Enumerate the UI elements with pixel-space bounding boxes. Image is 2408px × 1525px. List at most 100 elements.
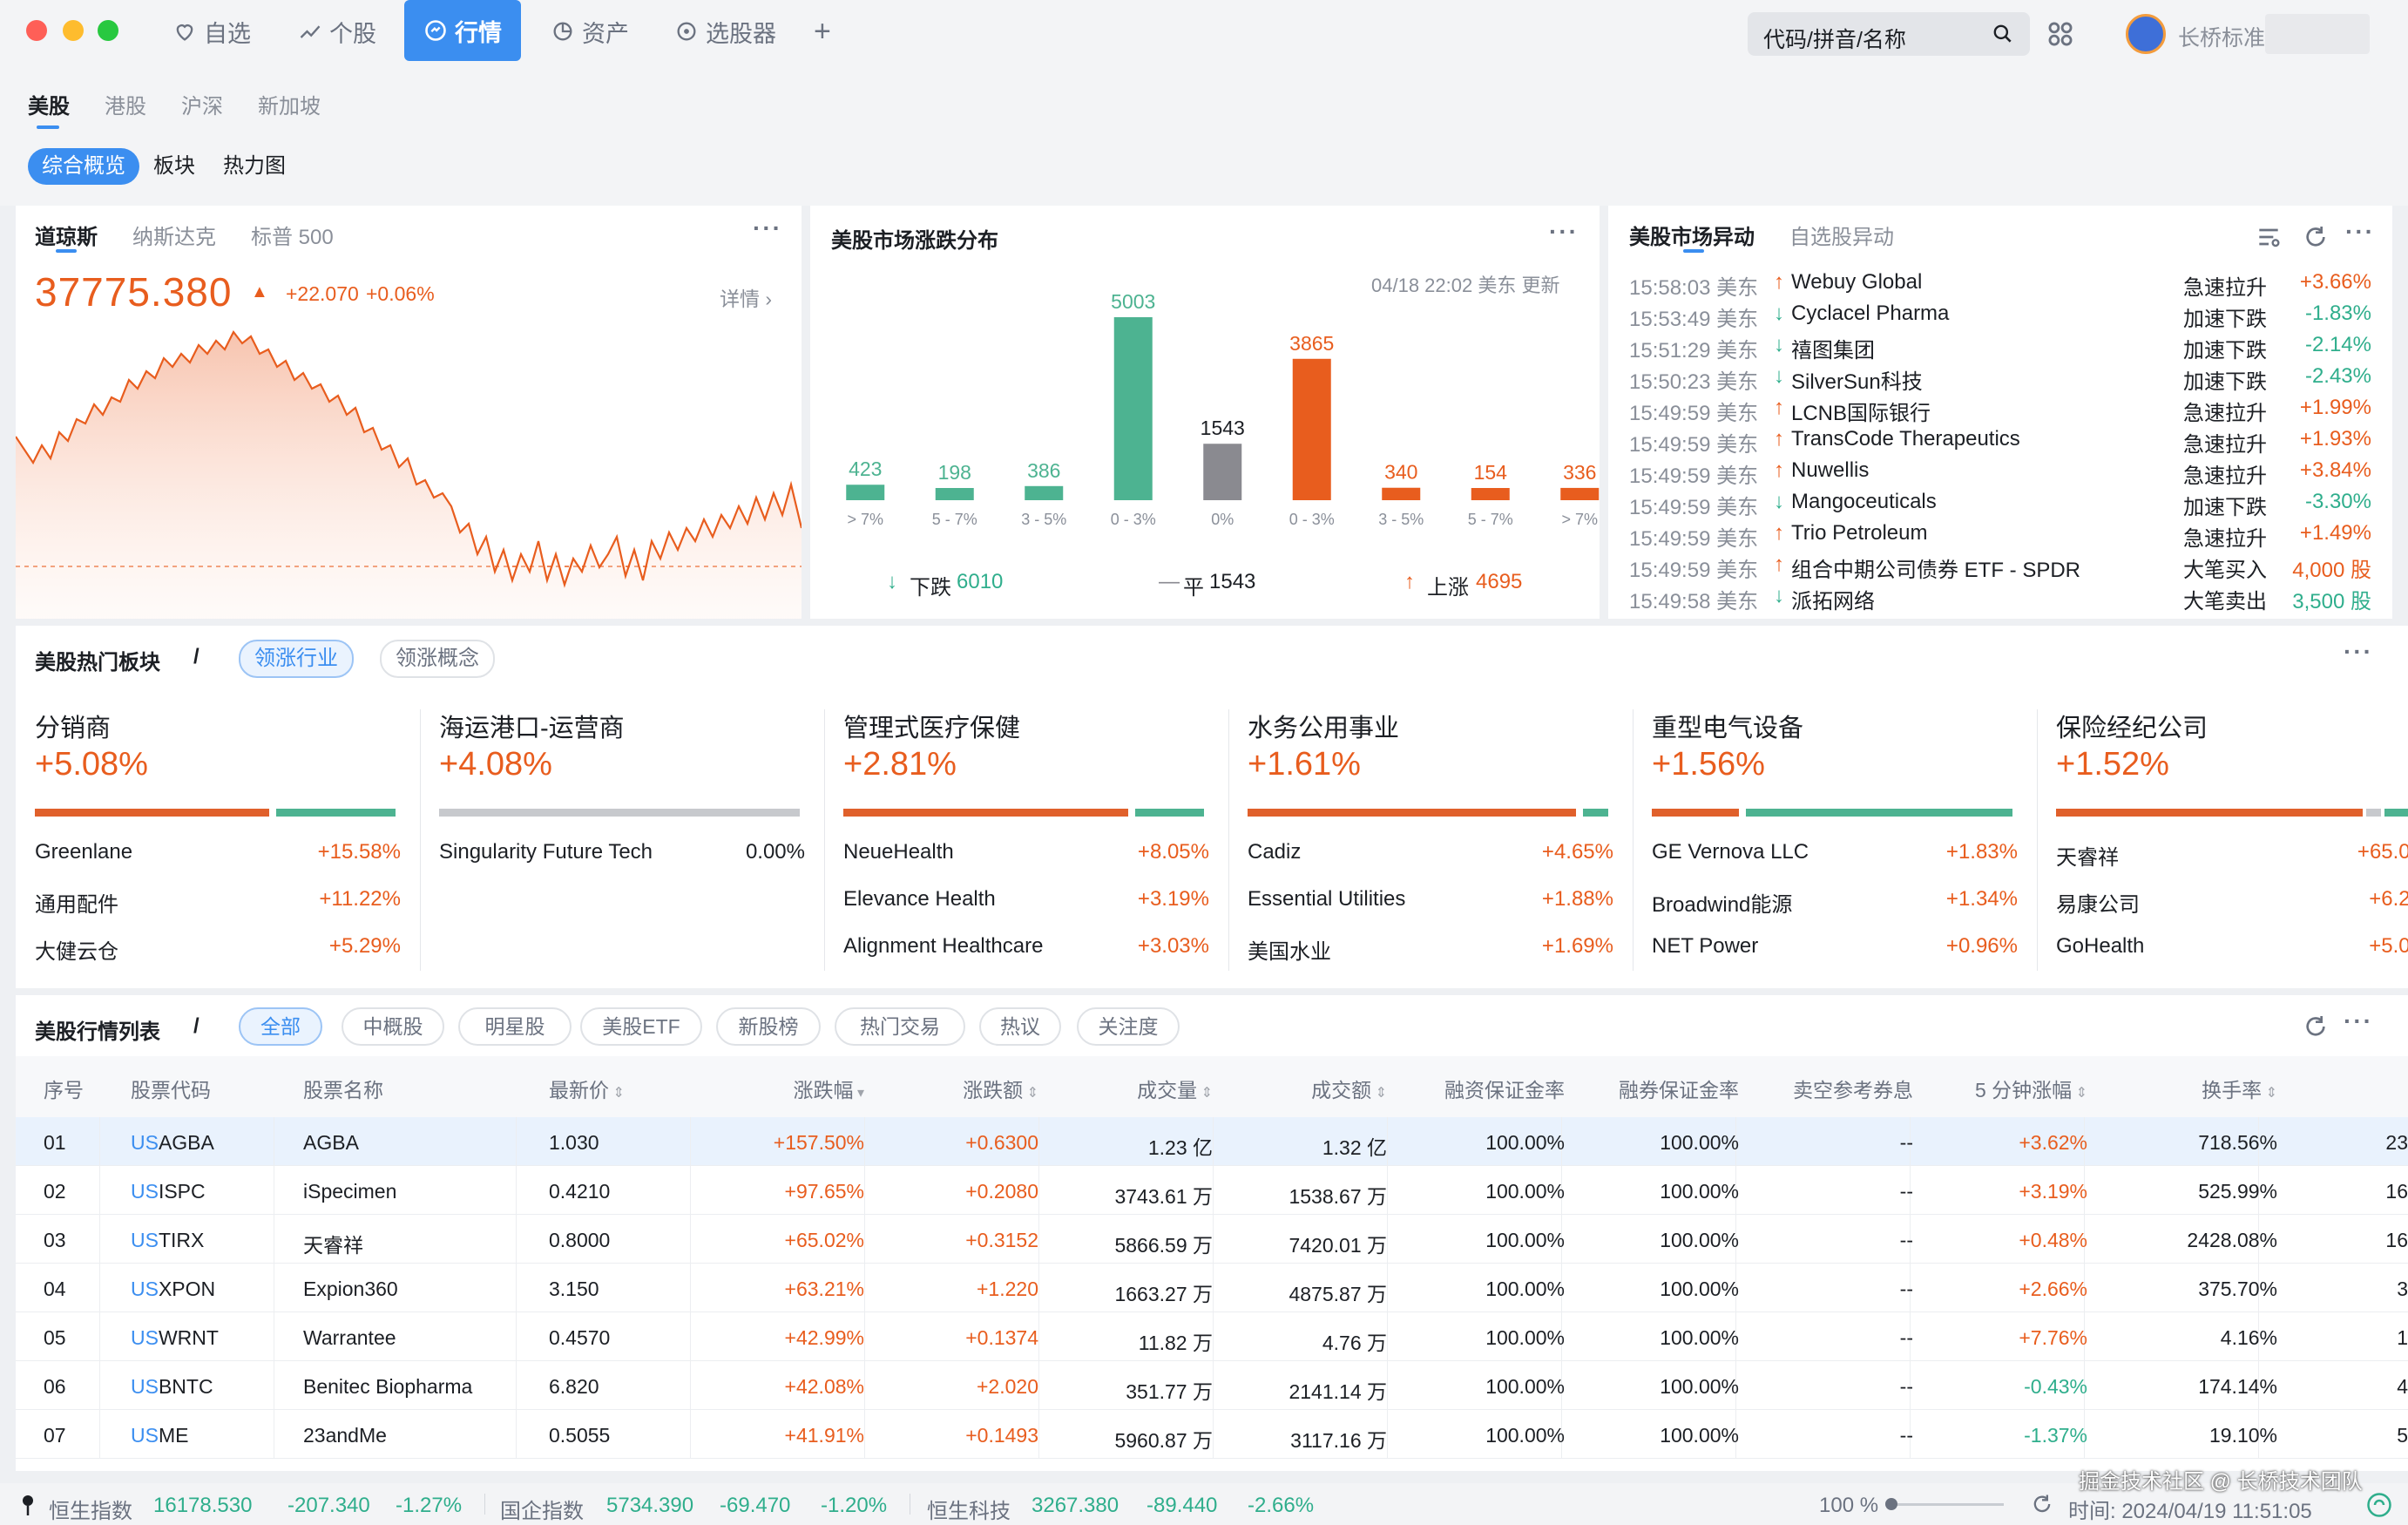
table-row[interactable]: 02 USISPC iSpecimen 0.4210 +97.65% +0.2080 374… bbox=[16, 1166, 2408, 1215]
index-more-button[interactable]: ··· bbox=[753, 214, 782, 242]
column-header[interactable]: 股票代码 bbox=[131, 1074, 211, 1103]
search-input[interactable]: 代码/拼音/名称 bbox=[1748, 12, 2030, 56]
tab-sp500[interactable]: 标普 500 bbox=[251, 220, 334, 250]
hscei-label[interactable]: 国企指数 bbox=[500, 1494, 584, 1524]
subtab-heatmap[interactable]: 热力图 bbox=[209, 148, 300, 185]
column-header[interactable]: 融资保证金率 bbox=[1444, 1074, 1565, 1103]
avatar[interactable] bbox=[2126, 14, 2166, 54]
user-name[interactable]: 长桥标准 bbox=[2178, 21, 2265, 52]
filter-tab[interactable]: 美股ETF bbox=[580, 1007, 702, 1046]
column-header[interactable]: 股票名称 bbox=[303, 1074, 383, 1103]
add-tab-button[interactable]: + bbox=[814, 0, 831, 63]
sector-stock-row[interactable]: 大健云仓 +5.29% bbox=[35, 934, 401, 965]
sector-card[interactable]: 海运港口-运营商 +4.08% Singularity Future Tech 0.0… bbox=[420, 708, 805, 978]
column-header[interactable]: 最新价 ⇕ bbox=[549, 1074, 625, 1103]
close-window-button[interactable] bbox=[26, 20, 47, 41]
tab-leading-concept[interactable]: 领涨概念 bbox=[380, 640, 495, 678]
filter-tab[interactable]: 中概股 bbox=[342, 1007, 444, 1046]
nav-market[interactable]: 行情 bbox=[404, 0, 521, 61]
sector-card[interactable]: 管理式医疗保健 +2.81% NeueHealth +8.05% Elevance He… bbox=[824, 708, 1209, 978]
column-header[interactable]: 成交额 ⇕ bbox=[1311, 1074, 1387, 1103]
filter-tab[interactable]: 热议 bbox=[979, 1007, 1061, 1046]
sector-stock-row[interactable]: Broadwind能源 +1.34% bbox=[1652, 887, 2018, 918]
sector-stock-row[interactable]: Essential Utilities +1.88% bbox=[1248, 887, 1613, 912]
tab-watch-movers[interactable]: 自选股异动 bbox=[1789, 220, 1894, 250]
hstech-label[interactable]: 恒生科技 bbox=[927, 1494, 1011, 1524]
sector-stock-row[interactable]: GE Vernova LLC +1.83% bbox=[1652, 840, 2018, 864]
sector-stock-row[interactable]: Greenlane +15.58% bbox=[35, 840, 401, 864]
mover-row[interactable]: 15:50:23 美东 ↓ SilverSun科技 加速下跌 -2.43% bbox=[1629, 364, 2392, 396]
mover-row[interactable]: 15:58:03 美东 ↑ Webuy Global 急速拉升 +3.66% bbox=[1629, 270, 2392, 302]
filter-list-icon[interactable] bbox=[2255, 223, 2283, 251]
sector-stock-row[interactable]: NeueHealth +8.05% bbox=[843, 840, 1209, 864]
sector-stock-row[interactable]: GoHealth +5.05 bbox=[2056, 934, 2408, 959]
refresh-icon[interactable] bbox=[2030, 1492, 2054, 1516]
movers-more-button[interactable]: ··· bbox=[2345, 218, 2375, 246]
mover-row[interactable]: 15:51:29 美东 ↓ 禧图集团 加速下跌 -2.14% bbox=[1629, 333, 2392, 364]
nav-screener[interactable]: 选股器 bbox=[674, 0, 776, 63]
sector-card[interactable]: 分销商 +5.08% Greenlane +15.58% 通用配件 +11.22% 大健云仓… bbox=[35, 708, 401, 978]
maximize-window-button[interactable] bbox=[98, 20, 118, 41]
tab-dow[interactable]: 道琼斯 bbox=[35, 220, 98, 250]
filter-tab[interactable]: 关注度 bbox=[1077, 1007, 1180, 1046]
column-header[interactable]: 融券保证金率 bbox=[1619, 1074, 1739, 1103]
table-row[interactable]: 04 USXPON Expion360 3.150 +63.21% +1.220 1663.… bbox=[16, 1264, 2408, 1312]
subtab-sectors[interactable]: 板块 bbox=[139, 148, 209, 185]
sector-stock-row[interactable]: Singularity Future Tech 0.00% bbox=[439, 840, 805, 864]
table-row[interactable]: 07 USME 23andMe 0.5055 +41.91% +0.1493 5960.87… bbox=[16, 1410, 2408, 1459]
mover-row[interactable]: 15:49:59 美东 ↓ Mangoceuticals 加速下跌 -3.30% bbox=[1629, 490, 2392, 521]
mover-row[interactable]: 15:49:59 美东 ↑ 组合中期公司债券 ETF - SPDR 大笔买入 4,000… bbox=[1629, 552, 2392, 584]
table-row[interactable]: 06 USBNTC Benitec Biopharma 6.820 +42.08% +2.… bbox=[16, 1361, 2408, 1410]
nav-assets[interactable]: 资产 bbox=[551, 0, 629, 63]
refresh-icon[interactable] bbox=[2302, 1013, 2330, 1040]
zoom-slider[interactable] bbox=[1885, 1498, 2004, 1510]
minimize-window-button[interactable] bbox=[63, 20, 84, 41]
sector-stock-row[interactable]: 美国水业 +1.69% bbox=[1248, 934, 1613, 965]
column-header[interactable]: 成交量 ⇕ bbox=[1137, 1074, 1213, 1103]
column-header[interactable]: 5 分钟涨幅 ⇕ bbox=[1975, 1074, 2087, 1103]
sector-card[interactable]: 重型电气设备 +1.56% GE Vernova LLC +1.83% Broadwin… bbox=[1633, 708, 2018, 978]
column-header[interactable]: 换手率 ⇕ bbox=[2202, 1074, 2277, 1103]
refresh-icon[interactable] bbox=[2302, 223, 2330, 251]
sector-stock-row[interactable]: Elevance Health +3.19% bbox=[843, 887, 1209, 912]
sector-stock-row[interactable]: Alignment Healthcare +3.03% bbox=[843, 934, 1209, 959]
sector-stock-row[interactable]: Cadiz +4.65% bbox=[1248, 840, 1613, 864]
mover-row[interactable]: 15:49:59 美东 ↑ LCNB国际银行 急速拉升 +1.99% bbox=[1629, 396, 2392, 427]
mover-row[interactable]: 15:49:59 美东 ↑ TransCode Therapeutics 急速拉升 +1… bbox=[1629, 427, 2392, 458]
table-row[interactable]: 01 USAGBA AGBA 1.030 +157.50% +0.6300 1.23 亿 1.… bbox=[16, 1117, 2408, 1166]
tab-market-movers[interactable]: 美股市场异动 bbox=[1629, 220, 1755, 250]
hsi-label[interactable]: 恒生指数 bbox=[49, 1494, 132, 1524]
sector-card[interactable]: 保险经纪公司 +1.52% 天睿祥 +65.02 易康公司 +6.22 GoHealth +5… bbox=[2037, 708, 2408, 978]
tab-hk[interactable]: 港股 bbox=[105, 89, 146, 119]
filter-tab[interactable]: 明星股 bbox=[458, 1007, 572, 1046]
sector-stock-row[interactable]: NET Power +0.96% bbox=[1652, 934, 2018, 959]
index-detail-link[interactable]: 详情 › bbox=[720, 282, 772, 312]
tab-sg[interactable]: 新加坡 bbox=[258, 89, 321, 119]
mover-row[interactable]: 15:49:58 美东 ↓ 派拓网络 大笔卖出 3,500 股 bbox=[1629, 584, 2392, 615]
tab-nasdaq[interactable]: 纳斯达克 bbox=[132, 220, 216, 250]
subtab-overview[interactable]: 综合概览 bbox=[28, 148, 139, 185]
mover-row[interactable]: 15:49:59 美东 ↑ Nuwellis 急速拉升 +3.84% bbox=[1629, 458, 2392, 490]
grid-apps-icon[interactable] bbox=[2046, 19, 2075, 49]
tab-leading-industry[interactable]: 领涨行业 bbox=[239, 640, 354, 678]
sector-stock-row[interactable]: 天睿祥 +65.02 bbox=[2056, 840, 2408, 871]
list-more-button[interactable]: ··· bbox=[2344, 1007, 2373, 1035]
filter-tab[interactable]: 全部 bbox=[239, 1007, 322, 1046]
tab-cn[interactable]: 沪深 bbox=[181, 89, 223, 119]
sector-stock-row[interactable]: 易康公司 +6.22 bbox=[2056, 887, 2408, 918]
sector-stock-row[interactable]: 通用配件 +11.22% bbox=[35, 887, 401, 918]
mover-row[interactable]: 15:53:49 美东 ↓ Cyclacel Pharma 加速下跌 -1.83% bbox=[1629, 302, 2392, 333]
filter-tab[interactable]: 热门交易 bbox=[835, 1007, 965, 1046]
tab-us[interactable]: 美股 bbox=[28, 89, 70, 119]
mover-row[interactable]: 15:49:59 美东 ↑ Trio Petroleum 急速拉升 +1.49% bbox=[1629, 521, 2392, 552]
sectors-more-button[interactable]: ··· bbox=[2344, 638, 2373, 666]
table-row[interactable]: 03 USTIRX 天睿祥 0.8000 +65.02% +0.3152 5866.59 万… bbox=[16, 1215, 2408, 1264]
column-header[interactable]: 涨跌幅 ▾ bbox=[794, 1074, 864, 1103]
column-header[interactable]: 卖空参考券息 bbox=[1793, 1074, 1913, 1103]
table-row[interactable]: 05 USWRNT Warrantee 0.4570 +42.99% +0.1374 11.… bbox=[16, 1312, 2408, 1361]
column-header[interactable]: 序号 bbox=[44, 1074, 84, 1103]
nav-stock[interactable]: 个股 bbox=[298, 0, 376, 63]
sector-card[interactable]: 水务公用事业 +1.61% Cadiz +4.65% Essential Utiliti… bbox=[1228, 708, 1613, 978]
distribution-more-button[interactable]: ··· bbox=[1549, 218, 1579, 246]
filter-tab[interactable]: 新股榜 bbox=[716, 1007, 821, 1046]
